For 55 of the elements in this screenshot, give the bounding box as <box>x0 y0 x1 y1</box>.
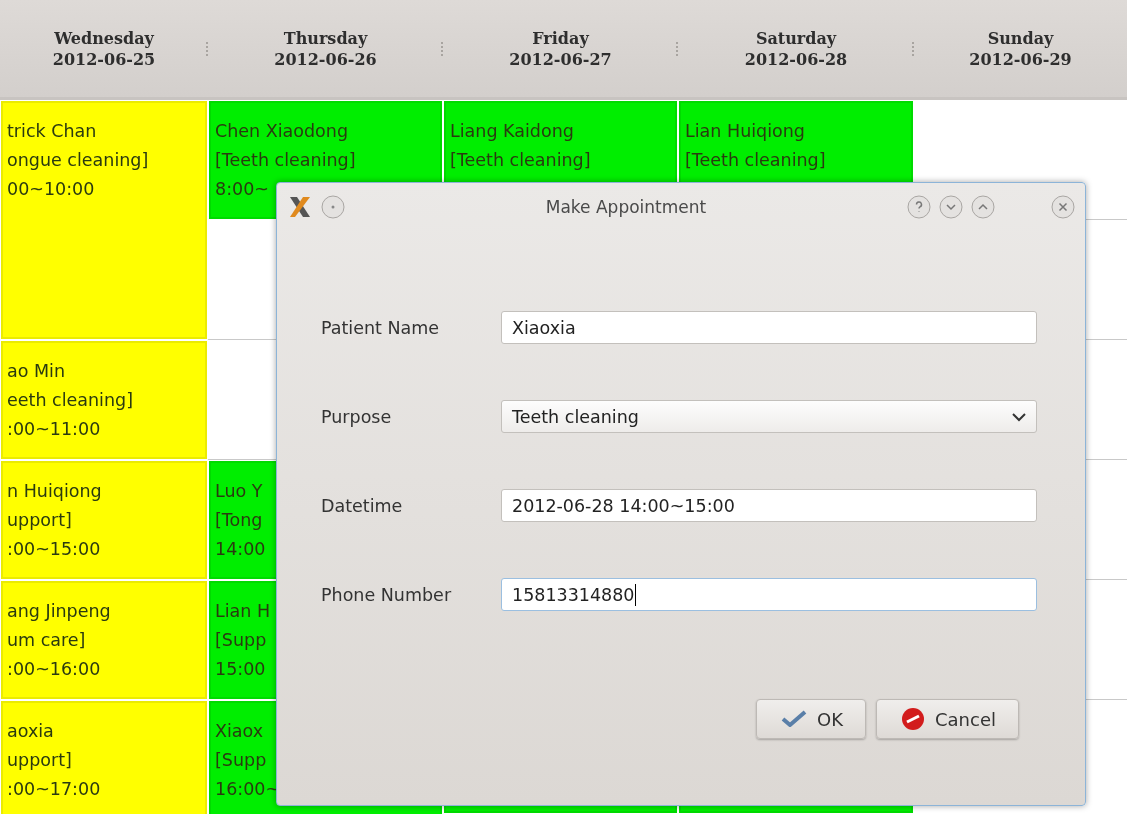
appointment-text: :00~15:00 <box>7 538 101 561</box>
appointment-text: um care] <box>7 629 86 652</box>
minimize-button[interactable] <box>939 195 963 219</box>
appointment-text: :00~11:00 <box>7 418 101 441</box>
no-entry-icon <box>901 707 925 731</box>
input-field[interactable]: Xiaoxia <box>501 311 1037 344</box>
appointment-text: [Supp <box>215 629 267 652</box>
appointment-text: [Teeth cleaning] <box>215 149 356 172</box>
cancel-button[interactable]: Cancel <box>876 699 1019 739</box>
app-x-icon <box>287 194 313 220</box>
input-field[interactable]: 15813314880 <box>501 578 1037 611</box>
field-label: Purpose <box>321 406 393 427</box>
chevron-down-icon <box>1012 411 1026 422</box>
ok-button[interactable]: OK <box>756 699 866 739</box>
appointment-text: upport] <box>7 749 72 772</box>
appointment-block[interactable]: trick Chan ongue cleaning] 00~10:00 <box>1 101 207 339</box>
appointment-text: Lian H <box>215 600 271 623</box>
appointment-text: ongue cleaning] <box>7 149 149 172</box>
field-label: Patient Name <box>321 317 441 338</box>
appointment-text: Chen Xiaodong <box>215 120 349 143</box>
appointment-block[interactable]: aoxia upport] :00~17:00 <box>1 701 207 814</box>
appointment-text: [Teeth cleaning] <box>450 149 591 172</box>
appointment-text: Xiaox <box>215 720 264 743</box>
appointment-text: 8:00~ <box>215 178 269 201</box>
appointment-text: trick Chan <box>7 120 97 143</box>
appointment-text: 15:00 <box>215 658 266 681</box>
maximize-button[interactable] <box>971 195 995 219</box>
appointment-text: 00~10:00 <box>7 178 95 201</box>
field-label: Datetime <box>321 495 404 516</box>
close-button[interactable] <box>1051 195 1075 219</box>
appointment-text: ao Min <box>7 360 66 383</box>
appointment-text: aoxia <box>7 720 54 743</box>
appointment-text: [Teeth cleaning] <box>685 149 826 172</box>
appointment-text: :00~17:00 <box>7 778 101 801</box>
help-button[interactable] <box>907 195 931 219</box>
appointment-text: [Tong <box>215 509 263 532</box>
field-label: Phone Number <box>321 584 453 605</box>
appointment-block[interactable]: n Huiqiong upport] :00~15:00 <box>1 461 207 579</box>
input-field[interactable]: 2012-06-28 14:00~15:00 <box>501 489 1037 522</box>
appointment-text: upport] <box>7 509 72 532</box>
appointment-text: Luo Y <box>215 480 263 503</box>
appointment-block[interactable]: ang Jinpeng um care] :00~16:00 <box>1 581 207 699</box>
appointment-text: 16:00~ <box>215 778 281 801</box>
appointment-text: n Huiqiong <box>7 480 102 503</box>
appointment-text: [Supp <box>215 749 267 772</box>
purpose-dropdown[interactable]: Teeth cleaning <box>501 400 1037 433</box>
appointment-text: Lian Huiqiong <box>685 120 805 143</box>
appointment-text: eeth cleaning] <box>7 389 133 412</box>
appointment-text: :00~16:00 <box>7 658 101 681</box>
appointment-text: Liang Kaidong <box>450 120 574 143</box>
checkmark-icon <box>781 710 808 728</box>
window-menu-button[interactable] <box>321 195 345 219</box>
appointment-block[interactable]: ao Min eeth cleaning] :00~11:00 <box>1 341 207 459</box>
appointment-text: 14:00 <box>215 538 266 561</box>
appointment-text: ang Jinpeng <box>7 600 111 623</box>
